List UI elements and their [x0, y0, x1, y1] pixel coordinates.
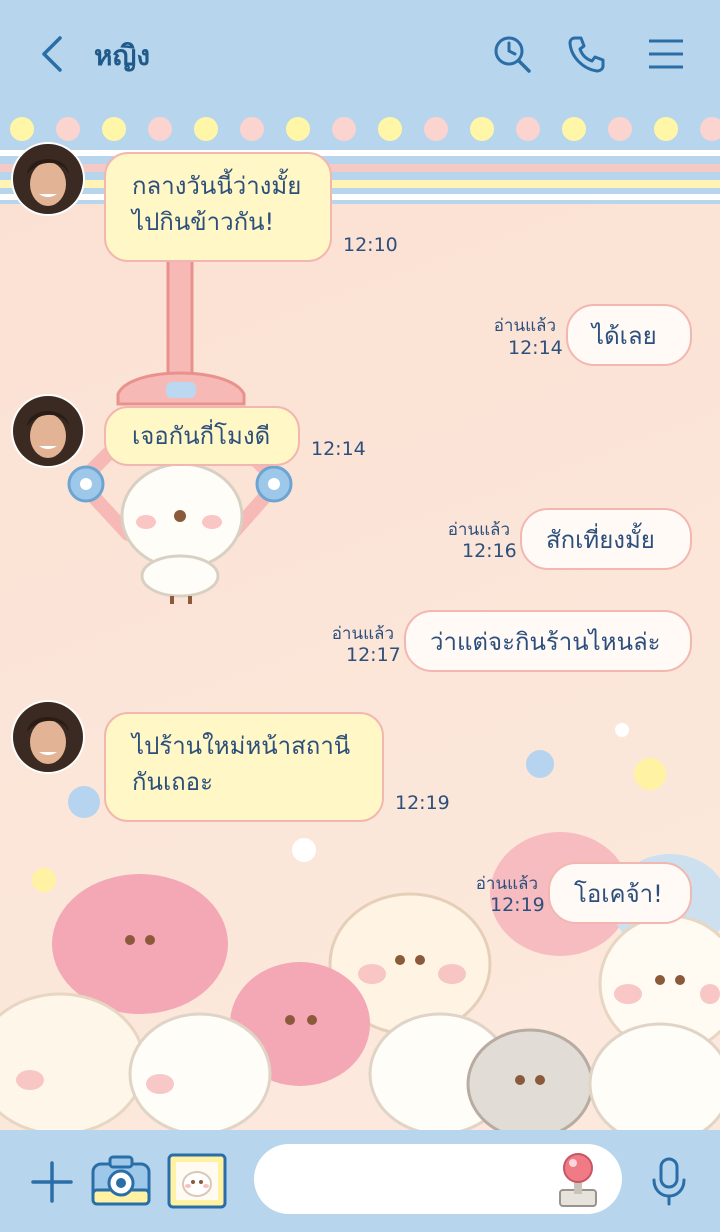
read-receipt: อ่านแล้ว: [331, 624, 394, 644]
phone-icon[interactable]: [566, 34, 606, 74]
message-time: 12:14: [508, 337, 563, 359]
message-time: 12:10: [343, 234, 398, 256]
incoming-message[interactable]: เจอกันกี่โมงดี: [104, 406, 300, 466]
incoming-message[interactable]: กลางวันนี้ว่างมั้ย ไปกินข้าวกัน!: [104, 152, 332, 262]
clock-search-icon[interactable]: [492, 34, 532, 74]
contact-name[interactable]: หญิง: [94, 34, 150, 78]
message-time: 12:16: [462, 540, 517, 562]
message-text: ว่าแต่จะกินร้านไหนล่ะ: [430, 628, 661, 656]
menu-icon[interactable]: [646, 34, 686, 74]
message-text: ได้เลย: [592, 322, 657, 350]
message-time: 12:19: [395, 792, 450, 814]
microphone-icon[interactable]: [650, 1156, 688, 1206]
contact-avatar[interactable]: [13, 702, 83, 772]
outgoing-message[interactable]: ได้เลย: [566, 304, 692, 366]
message-text: กลางวันนี้ว่างมั้ย: [132, 172, 302, 200]
message-composer: [0, 1130, 720, 1232]
message-text: เจอกันกี่โมงดี: [132, 422, 271, 450]
read-receipt: อ่านแล้ว: [475, 874, 538, 894]
stripe: [0, 150, 720, 156]
dot-pattern: [10, 117, 720, 141]
chat-header: หญิง: [0, 0, 720, 108]
message-text: สักเที่ยงมั้ย: [546, 526, 655, 554]
message-text: ไปกินข้าวกัน!: [132, 208, 275, 236]
read-receipt: อ่านแล้ว: [493, 316, 556, 336]
camera-icon[interactable]: [90, 1152, 152, 1210]
chevron-left-icon[interactable]: [36, 34, 72, 74]
message-time: 12:17: [346, 644, 401, 666]
message-text: ไปร้านใหม่หน้าสถานี: [132, 732, 351, 760]
message-time: 12:14: [311, 438, 366, 460]
plus-icon[interactable]: [30, 1160, 74, 1204]
image-icon[interactable]: [166, 1152, 228, 1210]
read-receipt: อ่านแล้ว: [447, 520, 510, 540]
joystick-icon[interactable]: [552, 1150, 604, 1210]
message-text: กันเถอะ: [132, 768, 213, 796]
contact-avatar[interactable]: [13, 396, 83, 466]
contact-avatar[interactable]: [13, 144, 83, 214]
outgoing-message[interactable]: ว่าแต่จะกินร้านไหนล่ะ: [404, 610, 692, 672]
outgoing-message[interactable]: สักเที่ยงมั้ย: [520, 508, 692, 570]
message-text: โอเคจ้า!: [574, 880, 663, 908]
message-time: 12:19: [490, 894, 545, 916]
incoming-message[interactable]: ไปร้านใหม่หน้าสถานี กันเถอะ: [104, 712, 384, 822]
outgoing-message[interactable]: โอเคจ้า!: [548, 862, 692, 924]
